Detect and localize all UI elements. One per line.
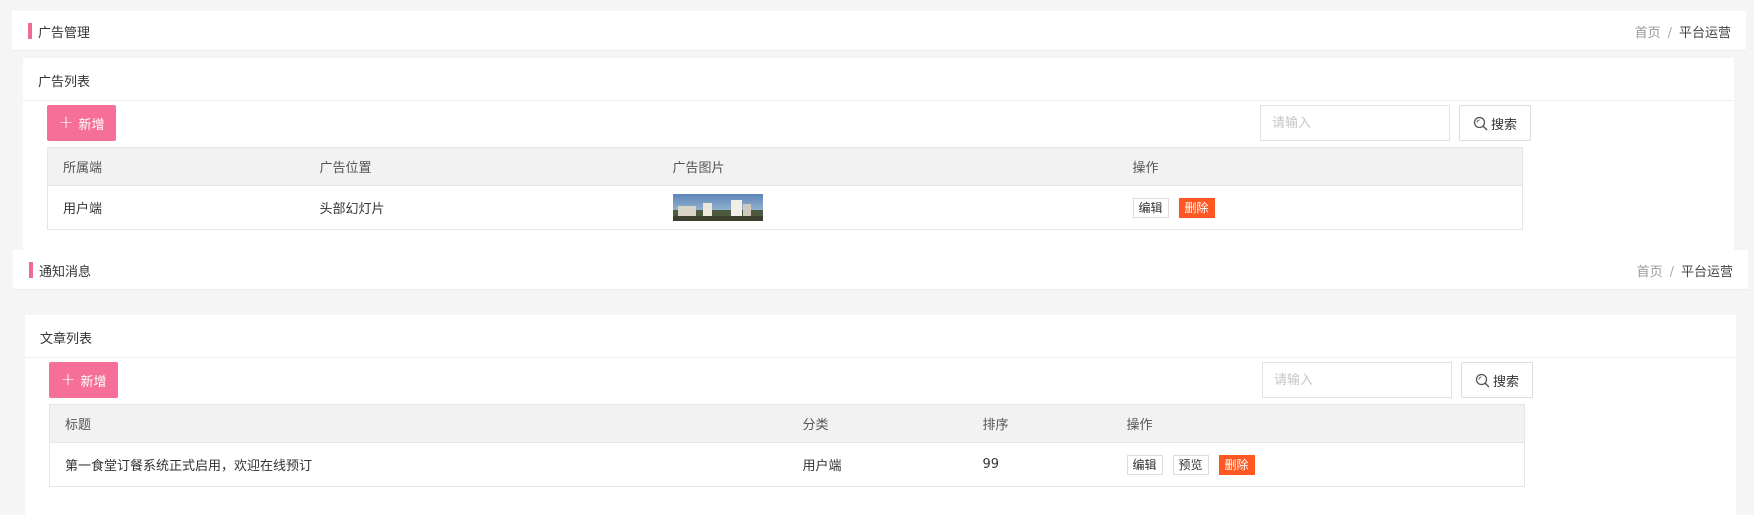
column-header: 所属端 xyxy=(47,147,305,186)
add-button[interactable]: + 新增 xyxy=(49,362,118,398)
cell-client: 用户端 xyxy=(47,185,305,230)
table-row: 用户端 头部幻灯片 编辑 删除 xyxy=(47,185,1523,230)
divider xyxy=(25,357,1736,358)
header-accent-bar xyxy=(29,262,33,278)
search-button-label: 搜索 xyxy=(1492,374,1519,390)
breadcrumb-home[interactable]: 首页 xyxy=(1637,265,1663,280)
ad-table: 所属端 广告位置 广告图片 操作 用户端 头部幻灯片 编辑 删除 xyxy=(47,147,1523,230)
search-button[interactable]: 搜索 xyxy=(1459,105,1531,141)
cell-actions: 编辑 预览 删除 xyxy=(1111,442,1525,487)
page-title: 通知消息 xyxy=(39,265,92,280)
breadcrumb: 首页 / 平台运营 xyxy=(1637,261,1733,280)
ad-image-thumbnail[interactable] xyxy=(672,194,763,221)
card-title: 广告列表 xyxy=(38,75,91,90)
edit-button[interactable]: 编辑 xyxy=(1132,197,1169,218)
header-accent-bar xyxy=(28,23,32,39)
breadcrumb: 首页 / 平台运营 xyxy=(1635,22,1731,41)
ad-list-card: 广告列表 +新增 搜索 所属端 广告位置 广告图片 操作 xyxy=(23,58,1734,252)
cell-position: 头部幻灯片 xyxy=(304,185,658,230)
column-header: 排序 xyxy=(967,404,1112,443)
add-button[interactable]: + 新增 xyxy=(47,105,116,141)
plus-icon: + xyxy=(60,369,76,390)
search-input[interactable] xyxy=(1260,105,1450,141)
card-title: 文章列表 xyxy=(40,332,93,347)
breadcrumb-current: 平台运营 xyxy=(1678,26,1731,41)
column-header: 广告位置 xyxy=(304,147,658,186)
table-row: 第一食堂订餐系统正式启用，欢迎在线预订 用户端 99 编辑 预览 删除 xyxy=(49,442,1525,487)
breadcrumb-home[interactable]: 首页 xyxy=(1635,26,1661,41)
cell-actions: 编辑 删除 xyxy=(1117,185,1523,230)
plus-icon: + xyxy=(58,112,74,133)
divider xyxy=(23,100,1734,101)
column-header: 标题 xyxy=(49,404,788,443)
preview-button[interactable]: 预览 xyxy=(1172,454,1209,475)
cell-category: 用户端 xyxy=(787,442,968,487)
delete-button[interactable]: 删除 xyxy=(1178,197,1215,218)
article-table: 标题 分类 排序 操作 第一食堂订餐系统正式启用，欢迎在线预订 用户端 99 编… xyxy=(49,404,1525,487)
column-header: 操作 xyxy=(1111,404,1525,443)
search-button[interactable]: 搜索 xyxy=(1461,362,1533,398)
breadcrumb-current: 平台运营 xyxy=(1680,265,1733,280)
column-header: 广告图片 xyxy=(657,147,1118,186)
page-header: 通知消息 首页 / 平台运营 xyxy=(13,250,1748,290)
add-button-label: 新增 xyxy=(80,374,107,390)
search-input[interactable] xyxy=(1262,362,1452,398)
article-list-card: 文章列表 +新增 搜索 标题 分类 排序 操作 第一食堂订 xyxy=(25,315,1736,515)
ad-management-panel: 广告管理 首页 / 平台运营 广告列表 +新增 搜索 所属端 广告位置 广告图片 操… xyxy=(0,0,1754,252)
search-button-label: 搜索 xyxy=(1490,117,1517,133)
column-header: 操作 xyxy=(1117,147,1523,186)
table-header-row: 标题 分类 排序 操作 xyxy=(49,404,1525,443)
search-icon xyxy=(1475,373,1490,388)
table-header-row: 所属端 广告位置 广告图片 操作 xyxy=(47,147,1523,186)
column-header: 分类 xyxy=(787,404,968,443)
breadcrumb-separator: / xyxy=(1667,26,1672,41)
delete-button[interactable]: 删除 xyxy=(1218,454,1255,475)
breadcrumb-separator: / xyxy=(1669,265,1674,280)
edit-button[interactable]: 编辑 xyxy=(1126,454,1163,475)
search-icon xyxy=(1473,116,1488,131)
page-header: 广告管理 首页 / 平台运营 xyxy=(12,11,1746,51)
notice-panel: 通知消息 首页 / 平台运营 文章列表 +新增 搜索 标题 分类 排序 操作 xyxy=(0,250,1754,515)
cell-title: 第一食堂订餐系统正式启用，欢迎在线预订 xyxy=(49,442,788,487)
page-title: 广告管理 xyxy=(38,26,91,41)
add-button-label: 新增 xyxy=(78,117,105,133)
cell-image xyxy=(657,185,1118,230)
cell-order: 99 xyxy=(967,442,1112,487)
